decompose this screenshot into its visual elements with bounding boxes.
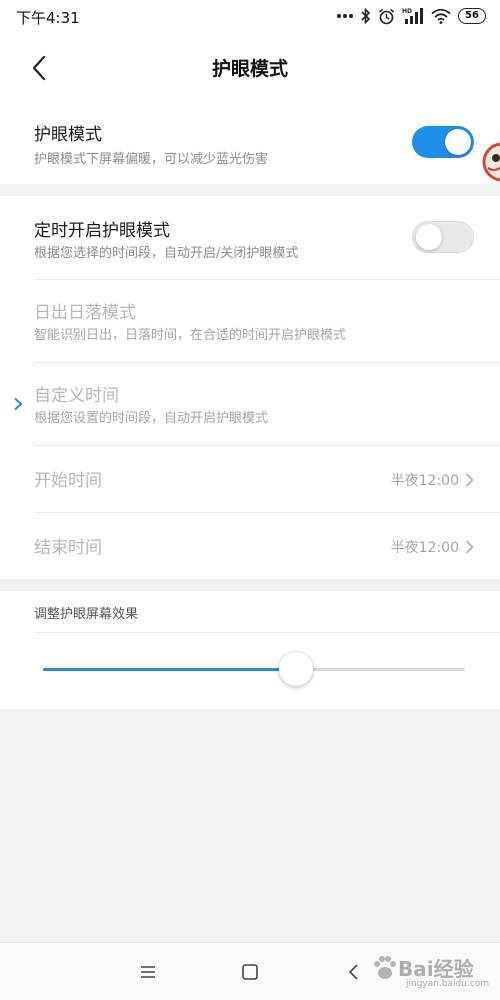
bluetooth-icon xyxy=(361,8,371,24)
sunrise-subtitle: 智能识别日出，日落时间，在合适的时间开启护眼模式 xyxy=(34,328,347,343)
schedule-row[interactable]: 定时开启护眼模式 根据您选择的时间段，自动开启/关闭护眼模式 xyxy=(0,196,500,279)
start-time-row[interactable]: 开始时间 半夜12:00 xyxy=(0,446,500,512)
divider xyxy=(34,632,500,633)
end-time-row[interactable]: 结束时间 半夜12:00 xyxy=(0,513,500,579)
sticker-decoration xyxy=(474,128,500,184)
back-icon xyxy=(348,964,358,980)
wifi-icon xyxy=(431,8,451,24)
chevron-right-icon xyxy=(12,396,24,411)
paw-logo-icon xyxy=(374,956,396,979)
more-dots-icon xyxy=(337,14,353,18)
sunrise-title: 日出日落模式 xyxy=(34,303,136,323)
slider-fill xyxy=(43,668,297,671)
start-time-label: 开始时间 xyxy=(34,471,102,491)
menu-icon xyxy=(141,966,155,978)
navigation-bar: Bai经验 jingyan.baidu.com xyxy=(0,942,500,1000)
svg-text:HD: HD xyxy=(402,8,412,15)
watermark-text: Bai经验 xyxy=(398,957,474,981)
status-time: 下午4:31 xyxy=(16,9,80,27)
eye-mode-row[interactable]: 护眼模式 护眼模式下屏幕偏暖，可以减少蓝光伤害 xyxy=(0,102,500,184)
watermark-url: jingyan.baidu.com xyxy=(406,979,490,989)
eye-effect-slider[interactable] xyxy=(43,668,465,671)
sunrise-sunset-row[interactable]: 日出日落模式 智能识别日出，日落时间，在合适的时间开启护眼模式 xyxy=(0,280,500,362)
page-title: 护眼模式 xyxy=(211,58,288,80)
eye-mode-section: 护眼模式 护眼模式下屏幕偏暖，可以减少蓝光伤害 xyxy=(0,102,500,184)
chevron-right-icon xyxy=(465,540,474,554)
chevron-right-icon xyxy=(465,473,474,487)
status-bar: 下午4:31 HD 56 xyxy=(0,0,500,34)
eye-mode-subtitle: 护眼模式下屏幕偏暖，可以减少蓝光伤害 xyxy=(34,152,269,167)
start-time-value: 半夜12:00 xyxy=(390,473,459,489)
toggle-knob xyxy=(445,129,471,155)
eye-mode-title: 护眼模式 xyxy=(34,125,102,145)
adjust-label: 调整护眼屏幕效果 xyxy=(34,607,139,622)
schedule-subtitle: 根据您选择的时间段，自动开启/关闭护眼模式 xyxy=(34,246,299,261)
home-button[interactable] xyxy=(238,961,262,983)
menu-button[interactable] xyxy=(136,961,160,983)
nav-back-button[interactable] xyxy=(342,961,366,983)
status-icons: HD 56 xyxy=(336,6,486,26)
eye-mode-toggle[interactable] xyxy=(412,126,474,158)
end-time-value: 半夜12:00 xyxy=(390,540,459,556)
custom-time-row[interactable]: 自定义时间 根据您设置的时间段，自动开启护眼模式 xyxy=(0,363,500,445)
end-time-label: 结束时间 xyxy=(34,538,102,558)
start-time-value-group: 半夜12:00 xyxy=(391,470,474,490)
alarm-icon xyxy=(379,8,394,24)
schedule-title: 定时开启护眼模式 xyxy=(34,221,170,241)
adjust-section: 调整护眼屏幕效果 xyxy=(0,591,500,709)
custom-time-title: 自定义时间 xyxy=(34,386,119,406)
home-icon xyxy=(242,964,258,980)
watermark: Bai经验 jingyan.baidu.com xyxy=(370,951,490,991)
custom-time-subtitle: 根据您设置的时间段，自动开启护眼模式 xyxy=(34,411,269,426)
end-time-value-group: 半夜12:00 xyxy=(391,537,474,557)
battery-icon: 56 xyxy=(458,8,486,24)
schedule-section: 定时开启护眼模式 根据您选择的时间段，自动开启/关闭护眼模式 日出日落模式 智能… xyxy=(0,196,500,579)
hd-signal-icon: HD xyxy=(402,8,423,24)
slider-thumb[interactable] xyxy=(279,652,314,686)
toggle-knob xyxy=(416,224,442,250)
header: 护眼模式 xyxy=(0,34,500,102)
schedule-toggle[interactable] xyxy=(412,221,474,253)
